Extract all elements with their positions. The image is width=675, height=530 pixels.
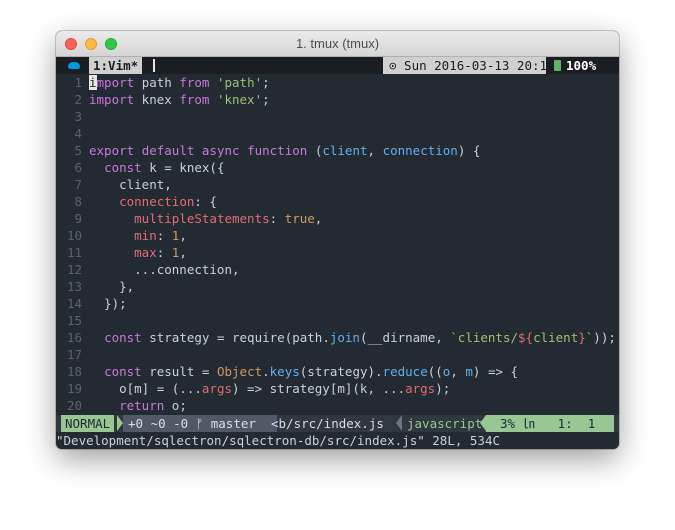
code-line[interactable]: 2 import knex from 'knex'; <box>56 91 619 108</box>
line-number: 7 <box>74 177 82 192</box>
cursor-position: 3% ㏑ 1: 1 <box>486 415 614 432</box>
code-line[interactable]: 13 }, <box>56 278 619 295</box>
line-text: }, <box>89 279 135 294</box>
line-text: max: 1, <box>134 245 187 260</box>
filetype: javascript <box>407 416 483 431</box>
code-line[interactable]: 8 connection: { <box>56 193 619 210</box>
window-title: 1. tmux (tmux) <box>295 36 380 51</box>
tmux-datetime: ⊙ Sun 2016-03-13 20:12 <box>383 57 555 74</box>
terminal-content[interactable]: 1:Vim* ⊙ Sun 2016-03-13 20:12 100% 1 impo… <box>56 57 619 449</box>
line-number: 8 <box>74 194 82 209</box>
code-line[interactable]: 18 const result = Object.keys(strategy).… <box>56 363 619 380</box>
line-text: const result = Object.keys(strategy).red… <box>104 364 519 379</box>
line-number: 13 <box>66 279 82 294</box>
line-number: 6 <box>74 160 82 175</box>
code-line[interactable]: 11 max: 1, <box>56 244 619 261</box>
line-number: 10 <box>66 228 82 243</box>
line-number: 5 <box>74 143 82 158</box>
line-number: 19 <box>66 381 82 396</box>
line-text: const strategy = require(path.join(__dir… <box>104 330 616 345</box>
code-line[interactable]: 12 ...connection, <box>56 261 619 278</box>
line-number: 1 <box>74 75 82 90</box>
code-line[interactable]: 9 multipleStatements: true, <box>56 210 619 227</box>
code-line[interactable]: 7 client, <box>56 176 619 193</box>
line-number: 16 <box>66 330 82 345</box>
code-line[interactable]: 10 min: 1, <box>56 227 619 244</box>
line-text: ...connection, <box>89 262 240 277</box>
file-path: <b/src/index.js <box>271 416 384 431</box>
tmux-battery: 100% <box>550 57 619 74</box>
line-text: }); <box>89 296 127 311</box>
line-number: 11 <box>66 245 82 260</box>
tmux-status-bar: 1:Vim* ⊙ Sun 2016-03-13 20:12 100% <box>56 57 619 74</box>
line-number: 18 <box>66 364 82 379</box>
tmux-window-tab[interactable]: 1:Vim* <box>89 57 143 74</box>
line-text: const k = knex({ <box>104 160 225 175</box>
tmux-logo-icon <box>68 62 80 69</box>
terminal-window: 1. tmux (tmux) 1:Vim* ⊙ Sun 2016-03-13 2… <box>56 31 619 449</box>
code-line[interactable]: 15 <box>56 312 619 329</box>
line-number: 2 <box>74 92 82 107</box>
line-text: multipleStatements: true, <box>134 211 323 226</box>
line-number: 17 <box>66 347 82 362</box>
code-line[interactable]: 5 export default async function (client, … <box>56 142 619 159</box>
title-bar: 1. tmux (tmux) <box>56 31 619 57</box>
line-number: 15 <box>66 313 82 328</box>
vim-mode: NORMAL <box>61 415 115 432</box>
line-text: return o; <box>119 398 187 413</box>
code-line[interactable]: 14 }); <box>56 295 619 312</box>
code-line[interactable]: 17 <box>56 346 619 363</box>
line-text: import knex from 'knex'; <box>89 92 270 107</box>
line-number: 12 <box>66 262 82 277</box>
line-number: 20 <box>66 398 82 413</box>
line-text: import path from 'path'; <box>89 75 270 90</box>
code-line[interactable]: 19 o[m] = (...args) => strategy[m](k, ..… <box>56 380 619 397</box>
vim-command-line[interactable]: "Development/sqlectron/sqlectron-db/src/… <box>56 432 619 449</box>
code-line[interactable]: 16 const strategy = require(path.join(__… <box>56 329 619 346</box>
line-number: 3 <box>74 109 82 124</box>
code-line[interactable]: 20 return o; <box>56 397 619 414</box>
line-text: o[m] = (...args) => strategy[m](k, ...ar… <box>89 381 451 396</box>
filetype-separator <box>396 415 402 431</box>
code-line[interactable]: 1 import path from 'path'; <box>56 74 619 91</box>
vim-statusline: NORMAL +0 ~0 -0 ᚠ master <b/src/index.js… <box>56 415 619 432</box>
line-text: export default async function (client, c… <box>89 143 481 158</box>
code-line[interactable]: 3 <box>56 108 619 125</box>
code-line[interactable]: 6 const k = knex({ <box>56 159 619 176</box>
code-line[interactable]: 4 <box>56 125 619 142</box>
line-number: 9 <box>74 211 82 226</box>
battery-level: 100% <box>566 58 597 73</box>
line-number: 4 <box>74 126 82 141</box>
battery-icon <box>554 60 561 71</box>
git-status: +0 ~0 -0 ᚠ master <box>123 415 277 432</box>
tmux-cursor <box>153 59 155 72</box>
line-number: 14 <box>66 296 82 311</box>
line-text: connection: { <box>119 194 217 209</box>
line-text: min: 1, <box>134 228 187 243</box>
line-text: client, <box>89 177 172 192</box>
